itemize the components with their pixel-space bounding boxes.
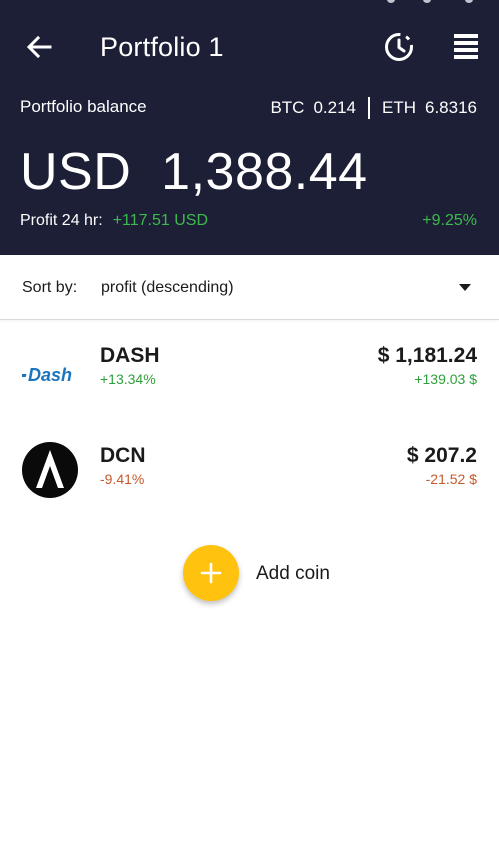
- dash-logo-icon: Dash: [22, 365, 72, 385]
- dcn-logo-icon: [22, 442, 78, 498]
- menu-button[interactable]: [451, 32, 481, 62]
- profit-row: Profit 24 hr: +117.51 USD +9.25%: [20, 212, 477, 230]
- coin-price-dash: $ 1,181.24: [377, 344, 477, 367]
- page-title: Portfolio 1: [100, 32, 224, 62]
- history-button[interactable]: [382, 30, 416, 64]
- history-clock-icon: [385, 33, 413, 61]
- back-arrow-icon: [26, 36, 52, 58]
- portfolio-header: Portfolio 1 Portfolio balance BTC 0.214 …: [0, 0, 499, 255]
- btc-symbol: BTC: [270, 98, 305, 117]
- coin-delta-dash: +139.03 $: [414, 371, 477, 387]
- crypto-balances: BTC 0.214 ETH 6.8316: [270, 97, 477, 119]
- list-menu-icon: [454, 34, 478, 59]
- coin-change-dash: +13.34%: [100, 371, 156, 387]
- eth-value: 6.8316: [425, 98, 477, 117]
- coin-name-dash: DASH: [100, 344, 160, 367]
- coin-name-dcn: DCN: [100, 444, 146, 467]
- balance-amount: USD 1,388.44: [20, 143, 368, 201]
- status-bar-remnant: [379, 0, 499, 4]
- sort-value: profit (descending): [101, 279, 234, 296]
- add-coin-button[interactable]: [183, 545, 239, 601]
- balance-label: Portfolio balance: [20, 97, 147, 116]
- dash-logo-text: Dash: [28, 365, 72, 385]
- eth-symbol: ETH: [382, 98, 416, 117]
- balance-divider: [368, 97, 370, 119]
- profit-percent: +9.25%: [422, 212, 477, 229]
- profit-value: +117.51 USD: [112, 212, 209, 229]
- sort-label: Sort by:: [22, 279, 78, 296]
- btc-value: 0.214: [313, 98, 356, 117]
- coin-delta-dcn: -21.52 $: [425, 471, 477, 487]
- add-coin-label[interactable]: Add coin: [256, 563, 330, 585]
- caret-down-icon: [459, 284, 471, 291]
- coin-price-dcn: $ 207.2: [406, 444, 477, 467]
- back-button[interactable]: [22, 30, 56, 64]
- plus-icon: [200, 562, 222, 584]
- profit-label: Profit 24 hr:: [20, 212, 103, 229]
- sort-dropdown[interactable]: Sort by: profit (descending): [0, 255, 499, 320]
- coin-change-dcn: -9.41%: [100, 471, 145, 487]
